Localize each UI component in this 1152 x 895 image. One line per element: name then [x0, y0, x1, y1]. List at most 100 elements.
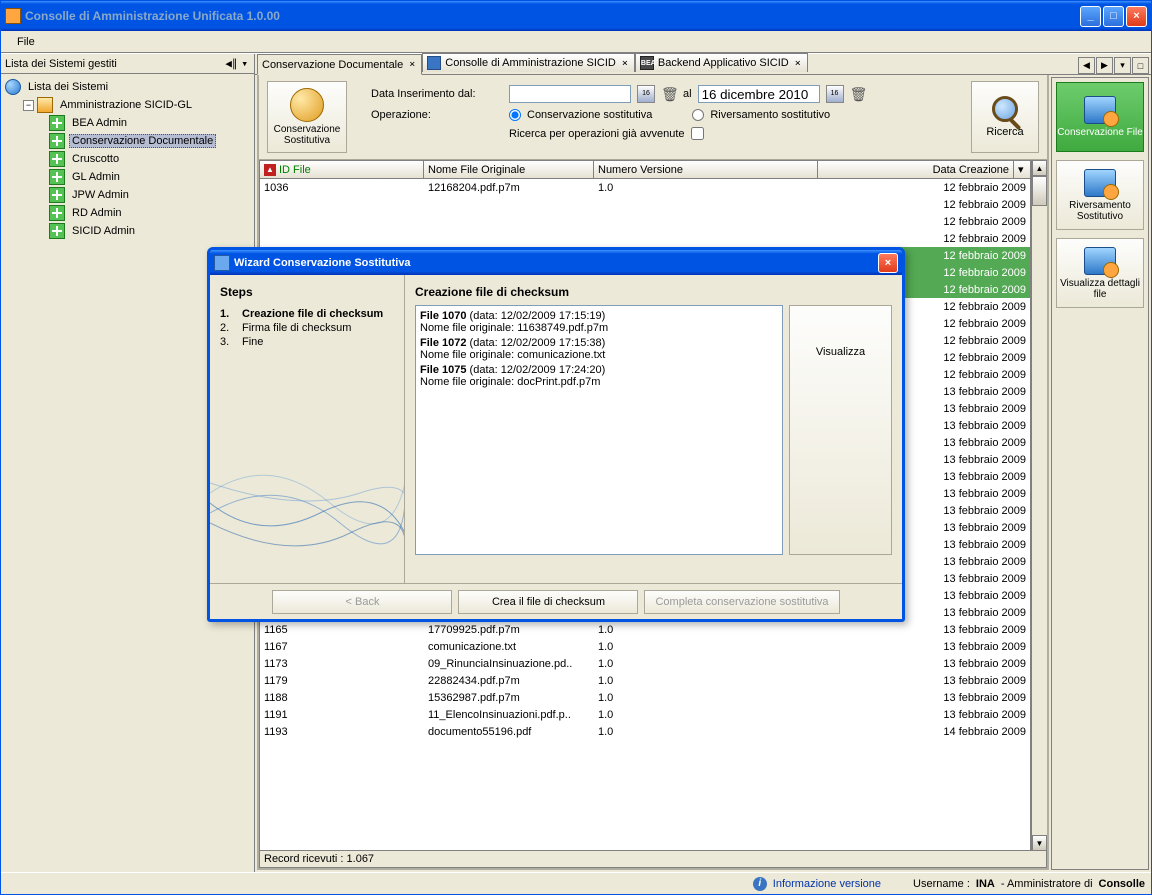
- plus-icon: [49, 133, 65, 149]
- app-icon: [5, 8, 21, 24]
- vertical-scrollbar[interactable]: ▲ ▼: [1031, 160, 1047, 851]
- table-row[interactable]: 103612168204.pdf.p7m1.012 febbraio 2009: [260, 179, 1030, 196]
- complete-button[interactable]: Completa conservazione sostitutiva: [644, 590, 839, 614]
- back-button[interactable]: < Back: [272, 590, 452, 614]
- bea-icon: BEA: [640, 56, 654, 70]
- operazione-label: Operazione:: [371, 109, 503, 121]
- sidebar-collapse-icon[interactable]: ◀∥: [223, 57, 239, 70]
- sidebar-item[interactable]: Cruscotto: [5, 150, 250, 168]
- tree-root[interactable]: Lista dei Sistemi: [5, 78, 250, 96]
- tab-next-icon[interactable]: ▶: [1096, 57, 1113, 74]
- tab-max-icon[interactable]: □: [1132, 57, 1149, 74]
- calendar-from-icon[interactable]: 16: [637, 85, 655, 103]
- calendar-to-icon[interactable]: 16: [826, 85, 844, 103]
- table-row[interactable]: 12 febbraio 2009: [260, 196, 1030, 213]
- sidebar-item[interactable]: JPW Admin: [5, 186, 250, 204]
- radio-riversamento[interactable]: [692, 109, 704, 121]
- action-button[interactable]: Riversamento Sostitutivo: [1056, 160, 1144, 230]
- action-icon: [1084, 169, 1116, 197]
- sidebar-item[interactable]: Conservazione Documentale: [5, 132, 250, 150]
- table-row[interactable]: 117922882434.pdf.p7m1.013 febbraio 2009: [260, 672, 1030, 689]
- tab[interactable]: Consolle di Amministrazione SICID×: [422, 53, 635, 72]
- steps-header: Steps: [220, 285, 394, 299]
- version-info-link[interactable]: Informazione versione: [773, 878, 881, 890]
- table-row[interactable]: 116517709925.pdf.p7m1.013 febbraio 2009: [260, 621, 1030, 638]
- username-value: INA: [976, 878, 995, 890]
- create-checksum-button[interactable]: Crea il file di checksum: [458, 590, 638, 614]
- sidebar-item[interactable]: BEA Admin: [5, 114, 250, 132]
- checksum-file-list[interactable]: File 1070 (data: 12/02/2009 17:15:19)Nom…: [415, 305, 783, 555]
- tab-close-icon[interactable]: ×: [407, 59, 417, 70]
- tabstrip: Conservazione Documentale×Consolle di Am…: [255, 54, 1151, 75]
- dialog-footer: < Back Crea il file di checksum Completa…: [210, 583, 902, 619]
- clear-from-icon[interactable]: 🗑: [661, 86, 677, 102]
- table-row[interactable]: 118815362987.pdf.p7m1.013 febbraio 2009: [260, 689, 1030, 706]
- tree-group[interactable]: − Amministrazione SICID-GL: [5, 96, 250, 114]
- plus-icon: [49, 115, 65, 131]
- ricerca-avvenute-label: Ricerca per operazioni già avvenute: [509, 128, 685, 140]
- th-idfile[interactable]: ▲ID File: [260, 161, 424, 178]
- date-from-label: Data Inserimento dal:: [371, 88, 503, 100]
- table-row[interactable]: 12 febbraio 2009: [260, 213, 1030, 230]
- table-row[interactable]: 1193documento55196.pdf1.014 febbraio 200…: [260, 723, 1030, 740]
- scroll-up-icon[interactable]: ▲: [1032, 160, 1047, 176]
- table-row[interactable]: 12 febbraio 2009: [260, 230, 1030, 247]
- dialog-close-button[interactable]: ×: [878, 253, 898, 273]
- username-label: Username :: [913, 878, 970, 890]
- action-icon: [1084, 96, 1116, 124]
- action-icon: [1084, 247, 1116, 275]
- dialog-icon: [214, 255, 230, 271]
- table-row[interactable]: 119111_ElencoInsinuazioni.pdf.p..1.013 f…: [260, 706, 1030, 723]
- th-options-icon[interactable]: ▾: [1014, 161, 1030, 178]
- ricerca-avvenute-checkbox[interactable]: [691, 127, 704, 140]
- table-row[interactable]: 117309_RinunciaInsinuazione.pd..1.013 fe…: [260, 655, 1030, 672]
- filter-form: Data Inserimento dal: 16 🗑 al 16 🗑 Ope: [371, 81, 947, 153]
- globe-icon: [5, 79, 21, 95]
- dialog-title: Wizard Conservazione Sostitutiva: [234, 257, 878, 269]
- th-data[interactable]: Data Creazione: [818, 161, 1014, 178]
- maximize-button[interactable]: □: [1103, 6, 1124, 27]
- scroll-thumb[interactable]: [1032, 176, 1047, 206]
- sidebar-item[interactable]: RD Admin: [5, 204, 250, 222]
- plus-icon: [49, 187, 65, 203]
- disc-icon: [290, 88, 324, 122]
- sidebar-menu-icon[interactable]: ▾: [239, 57, 250, 70]
- action-button[interactable]: Visualizza dettagli file: [1056, 238, 1144, 308]
- tab[interactable]: Conservazione Documentale×: [257, 54, 422, 75]
- tab[interactable]: BEABackend Applicativo SICID×: [635, 53, 808, 72]
- sort-asc-icon: ▲: [264, 164, 276, 176]
- tab-close-icon[interactable]: ×: [620, 58, 630, 69]
- date-from-input[interactable]: [509, 85, 631, 103]
- conservazione-sostitutiva-button[interactable]: Conservazione Sostitutiva: [267, 81, 347, 153]
- th-nome[interactable]: Nome File Originale: [424, 161, 594, 178]
- visualizza-button[interactable]: Visualizza: [789, 305, 892, 555]
- collapse-icon[interactable]: −: [23, 100, 34, 111]
- menu-file[interactable]: File: [9, 33, 43, 51]
- scroll-down-icon[interactable]: ▼: [1032, 835, 1047, 851]
- close-button[interactable]: ×: [1126, 6, 1147, 27]
- sidebar-item[interactable]: GL Admin: [5, 168, 250, 186]
- titlebar: Consolle di Amministrazione Unificata 1.…: [1, 1, 1151, 31]
- tab-close-icon[interactable]: ×: [793, 58, 803, 69]
- clear-to-icon[interactable]: 🗑: [850, 86, 866, 102]
- th-versione[interactable]: Numero Versione: [594, 161, 818, 178]
- tab-nav: ◀ ▶ ▾ □: [1078, 57, 1151, 74]
- statusbar: i Informazione versione Username : INA -…: [1, 872, 1151, 894]
- sidebar-item[interactable]: SICID Admin: [5, 222, 250, 240]
- action-button[interactable]: Conservazione File: [1056, 82, 1144, 152]
- radio-conservazione[interactable]: [509, 109, 521, 121]
- date-to-label: al: [683, 88, 692, 100]
- date-to-input[interactable]: [698, 85, 820, 103]
- info-icon[interactable]: i: [753, 877, 767, 891]
- search-button[interactable]: Ricerca: [971, 81, 1039, 153]
- search-icon: [992, 96, 1018, 122]
- minimize-button[interactable]: _: [1080, 6, 1101, 27]
- dialog-titlebar: Wizard Conservazione Sostitutiva ×: [210, 250, 902, 275]
- menubar: File: [1, 31, 1151, 53]
- tab-prev-icon[interactable]: ◀: [1078, 57, 1095, 74]
- plus-icon: [49, 223, 65, 239]
- wizard-content-title: Creazione file di checksum: [415, 285, 892, 299]
- tab-list-icon[interactable]: ▾: [1114, 57, 1131, 74]
- table-row[interactable]: 1167comunicazione.txt1.013 febbraio 2009: [260, 638, 1030, 655]
- table-footer: Record ricevuti : 1.067: [259, 851, 1047, 868]
